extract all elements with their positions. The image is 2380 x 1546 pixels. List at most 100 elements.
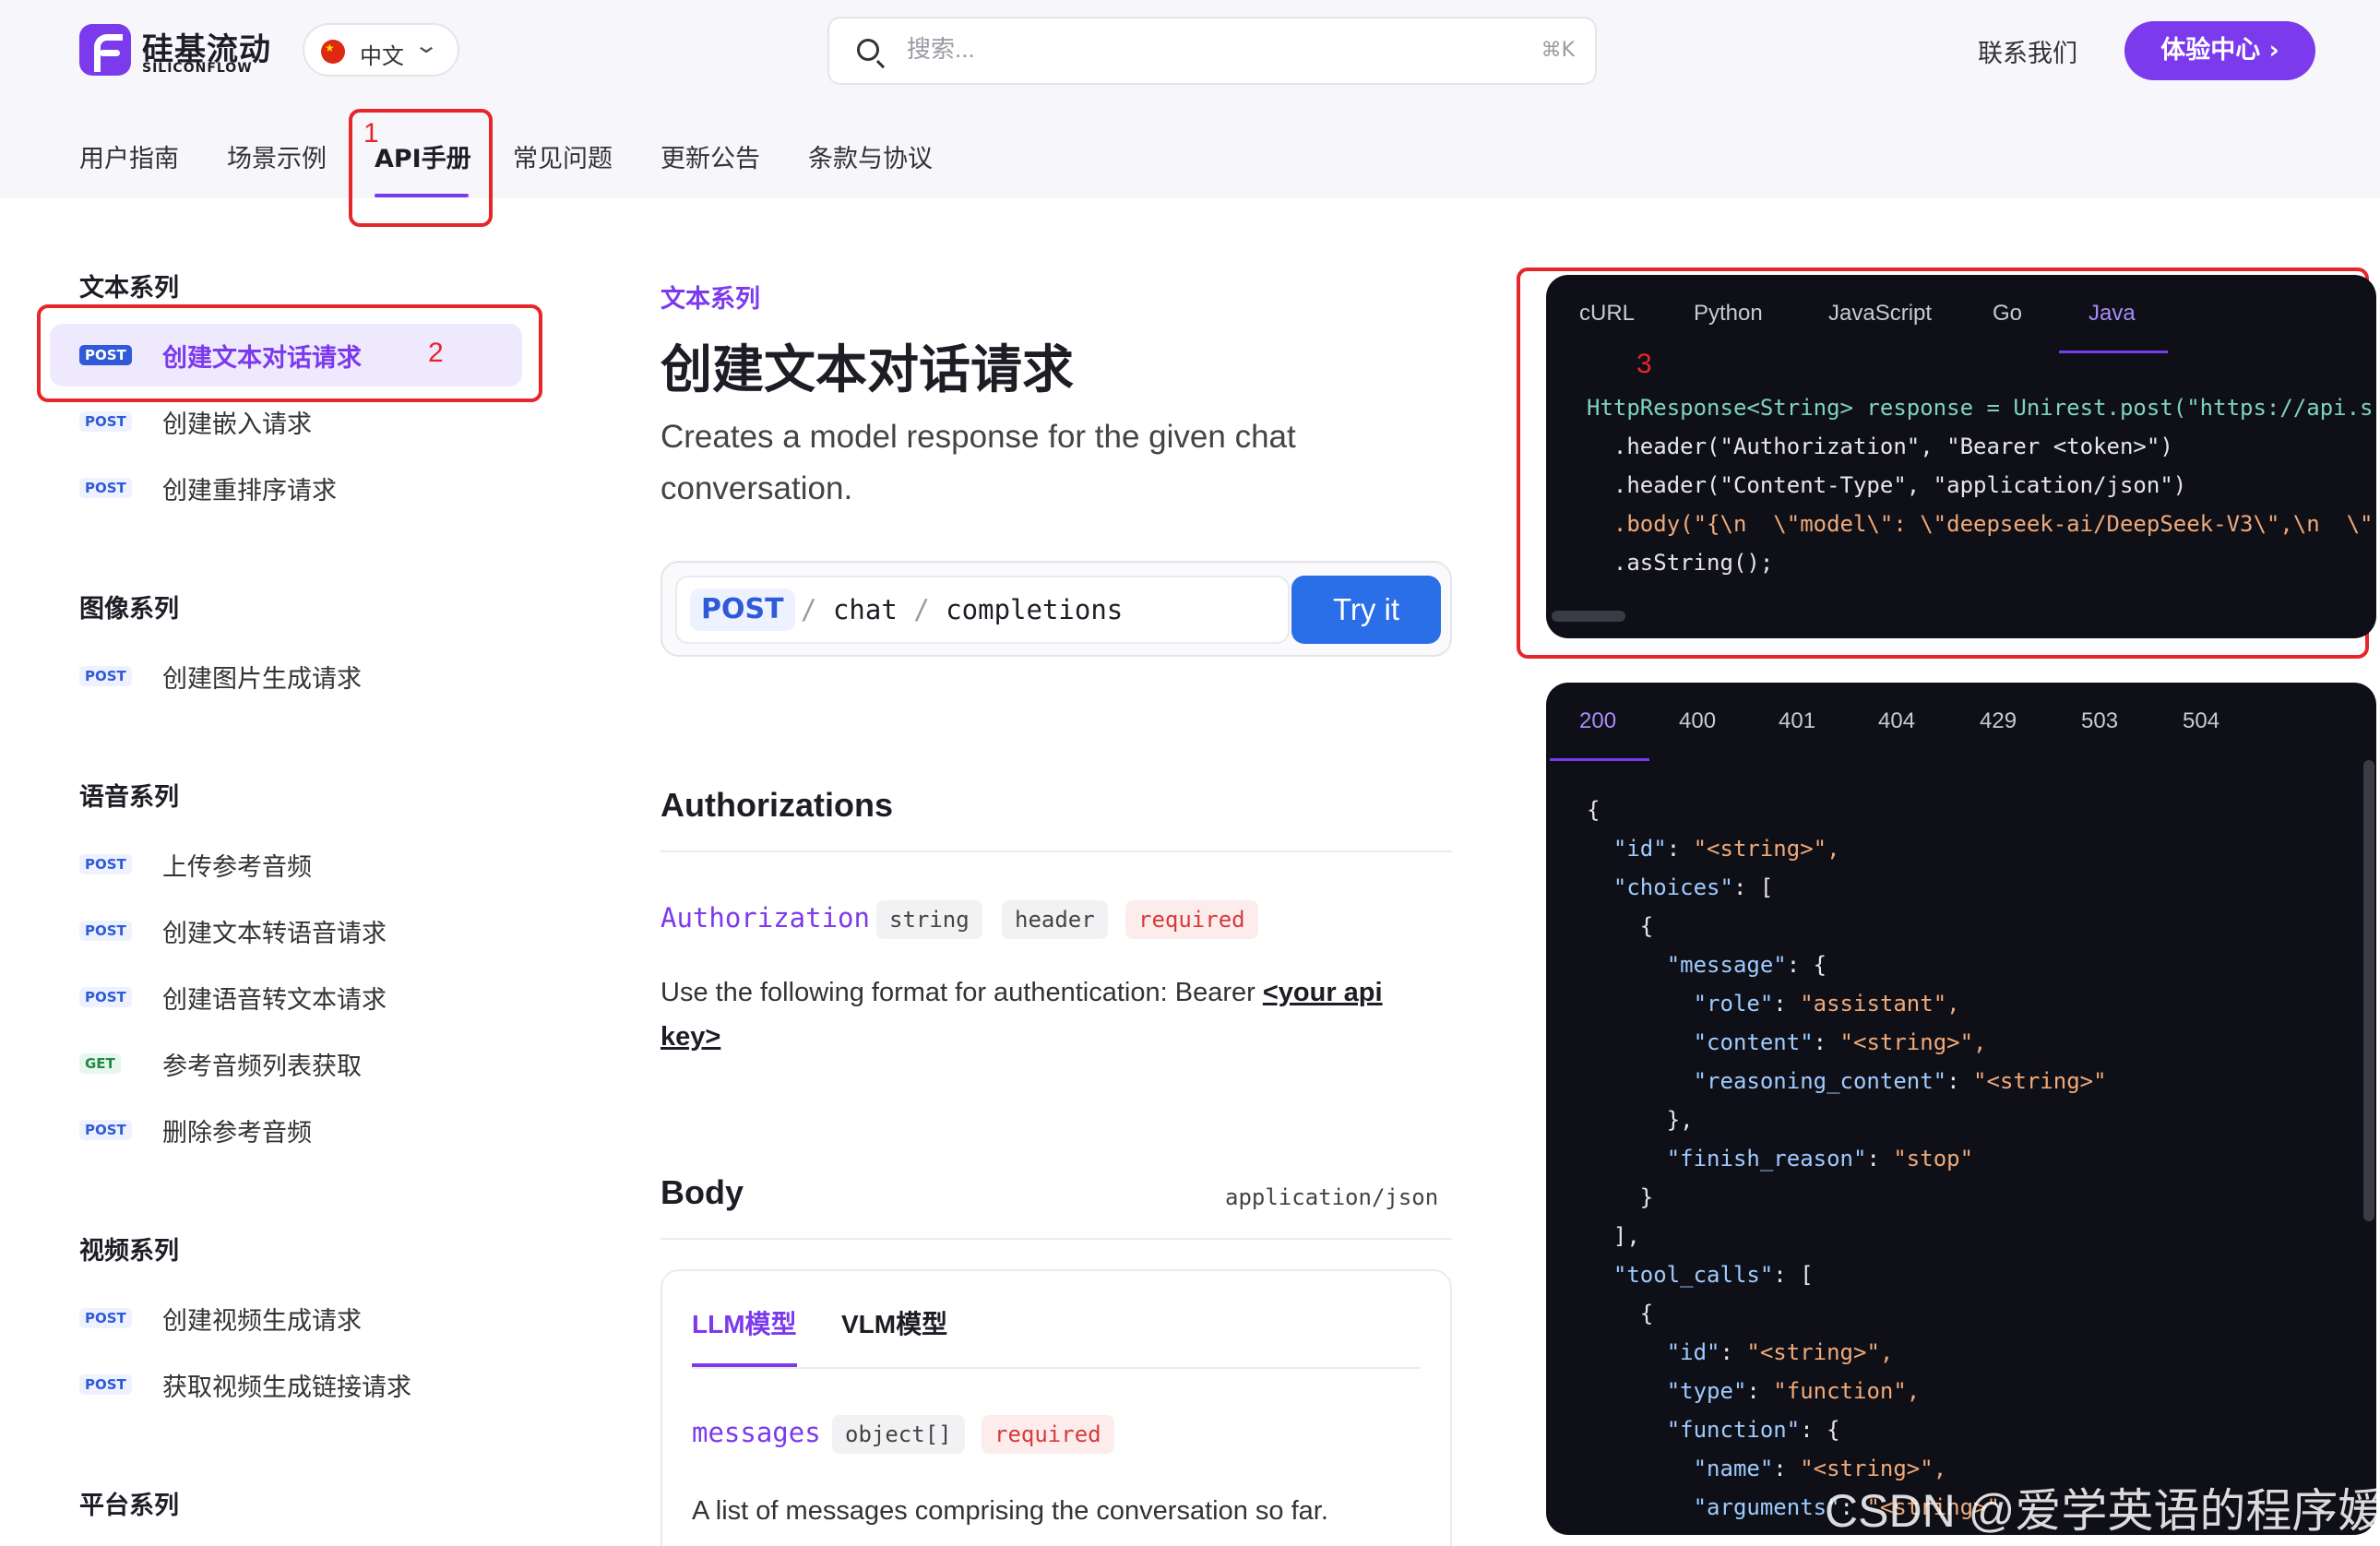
code-line: { — [1587, 797, 1600, 823]
method-badge: GET — [79, 1053, 121, 1074]
code-text: "finish_reason": "stop" — [1587, 1146, 1973, 1171]
tab-vlm-model[interactable]: VLM模型 — [841, 1304, 947, 1341]
horizontal-scrollbar[interactable] — [1552, 611, 1625, 622]
authorizations-heading: Authorizations — [660, 786, 893, 824]
code-line: "function": { — [1587, 1417, 1840, 1443]
tab-active-underline — [2059, 351, 2168, 353]
code-text: { — [1587, 913, 1654, 939]
chevron-down-icon: ⌄ — [412, 32, 440, 58]
tab-status-504[interactable]: 504 — [2183, 708, 2219, 734]
sidebar-section-text: 文本系列 — [79, 274, 179, 303]
code-text: .header("Content-Type", "application/jso… — [1587, 472, 2187, 498]
logo-text-en: SILICONFLOW — [142, 61, 253, 76]
body-params-card: LLM模型 VLM模型 messages object[] required A… — [660, 1269, 1452, 1546]
contact-us-link[interactable]: 联系我们 — [1978, 33, 2077, 69]
try-it-button[interactable]: Try it — [1291, 576, 1441, 644]
code-line: "reasoning_content": "<string>" — [1587, 1068, 2107, 1094]
param-type-tag: string — [876, 900, 982, 939]
code-line: { — [1587, 913, 1653, 939]
code-token: [ — [1759, 874, 1774, 900]
code-text: "tool_calls": [ — [1587, 1262, 1814, 1288]
code-token: "name" — [1587, 1456, 1774, 1481]
tab-go[interactable]: Go — [1993, 301, 2022, 327]
code-token: "<string>", — [1746, 1339, 1894, 1365]
nav-terms[interactable]: 条款与协议 — [808, 138, 933, 174]
tab-active-underline — [1550, 758, 1649, 761]
sidebar-item-label: 创建文本对话请求 — [162, 344, 362, 373]
method-badge: POST — [79, 411, 132, 432]
page-title: 创建文本对话请求 — [660, 340, 1074, 400]
code-line: "message": { — [1587, 952, 1827, 978]
search-input[interactable] — [907, 35, 1460, 64]
sidebar-item-label: 获取视频生成链接请求 — [162, 1374, 411, 1402]
code-token: "arguments" — [1587, 1494, 1840, 1520]
tab-status-200[interactable]: 200 — [1579, 708, 1616, 734]
code-line: "choices": [ — [1587, 874, 1773, 900]
code-token: "type" — [1587, 1378, 1747, 1404]
sidebar-item-label: 创建图片生成请求 — [162, 665, 362, 694]
endpoint-method-badge: POST — [690, 589, 795, 631]
code-token: "message" — [1587, 952, 1787, 978]
code-token: "<string>", — [1693, 836, 1840, 862]
nav-scenarios[interactable]: 场景示例 — [227, 138, 327, 174]
code-line: "role": "assistant", — [1587, 991, 1960, 1017]
code-token: : — [1800, 1417, 1827, 1443]
code-line: .header("Content-Type", "application/jso… — [1587, 472, 2186, 498]
code-token: : — [1866, 1146, 1894, 1171]
code-text: .body("{\n \"model\": \"deepseek-ai/Deep… — [1587, 511, 2374, 537]
code-token: { — [1813, 952, 1827, 978]
code-token: "<string>" — [1973, 1068, 2107, 1094]
tab-status-400[interactable]: 400 — [1679, 708, 1716, 734]
vertical-scrollbar[interactable] — [2363, 760, 2374, 1221]
code-token: "id" — [1587, 836, 1667, 862]
search-shortcut: ⌘K — [1541, 39, 1575, 62]
sidebar-section-video: 视频系列 — [79, 1237, 179, 1266]
divider — [660, 850, 1452, 852]
sidebar-item-label: 上传参考音频 — [162, 853, 312, 882]
language-tabs: cURL Python JavaScript Go Java — [1546, 275, 2376, 360]
code-text: .header("Authorization", "Bearer <token>… — [1587, 434, 2173, 459]
search-box[interactable]: ⌘K — [827, 17, 1597, 85]
sidebar-section-audio: 语音系列 — [79, 783, 179, 812]
nav-faq[interactable]: 常见问题 — [513, 138, 613, 174]
tab-curl[interactable]: cURL — [1579, 301, 1635, 327]
endpoint-path-seg1: chat — [832, 594, 898, 625]
endpoint-path: / chat / completions — [801, 594, 1124, 625]
code-line: HttpResponse<String> response = Unirest.… — [1587, 395, 2374, 421]
tab-python[interactable]: Python — [1694, 301, 1763, 327]
breadcrumb[interactable]: 文本系列 — [660, 279, 760, 315]
code-text: "role": "assistant", — [1587, 991, 1960, 1017]
code-text: "id": "<string>", — [1587, 836, 1840, 862]
tab-status-429[interactable]: 429 — [1980, 708, 2017, 734]
code-text: { — [1587, 1301, 1654, 1326]
language-selector[interactable]: 中文 ⌄ — [303, 23, 459, 77]
tab-active-underline — [692, 1363, 797, 1367]
sidebar-item-label: 创建嵌入请求 — [162, 410, 312, 439]
endpoint-path-seg2: completions — [946, 594, 1124, 625]
endpoint-bar: POST / chat / completions Try it — [660, 561, 1452, 657]
code-token: "tool_calls" — [1587, 1262, 1774, 1288]
tab-java[interactable]: Java — [2088, 301, 2136, 327]
code-token: : — [1773, 1262, 1801, 1288]
code-line: "tool_calls": [ — [1587, 1262, 1814, 1288]
experience-center-button[interactable]: 体验中心 › — [2124, 21, 2315, 80]
code-text: }, — [1587, 1107, 1694, 1133]
sidebar-item-label: 删除参考音频 — [162, 1119, 312, 1148]
method-badge: POST — [79, 666, 132, 686]
endpoint-path-box: POST / chat / completions — [675, 576, 1290, 644]
code-token: : — [1773, 1456, 1801, 1481]
method-badge: POST — [79, 921, 132, 941]
code-line: "type": "function", — [1587, 1378, 1921, 1404]
tab-javascript[interactable]: JavaScript — [1828, 301, 1932, 327]
code-text: { — [1587, 797, 1601, 823]
tab-status-503[interactable]: 503 — [2081, 708, 2118, 734]
nav-user-guide[interactable]: 用户指南 — [79, 138, 179, 174]
code-line: .asString(); — [1587, 550, 1773, 576]
messages-description: A list of messages comprising the conver… — [692, 1496, 1328, 1526]
tab-status-401[interactable]: 401 — [1779, 708, 1815, 734]
siliconflow-logo[interactable]: 硅基流动 SILICONFLOW — [79, 24, 273, 77]
body-heading: Body — [660, 1173, 744, 1211]
tab-status-404[interactable]: 404 — [1878, 708, 1915, 734]
tab-llm-model[interactable]: LLM模型 — [692, 1304, 797, 1341]
nav-changelog[interactable]: 更新公告 — [660, 138, 760, 174]
